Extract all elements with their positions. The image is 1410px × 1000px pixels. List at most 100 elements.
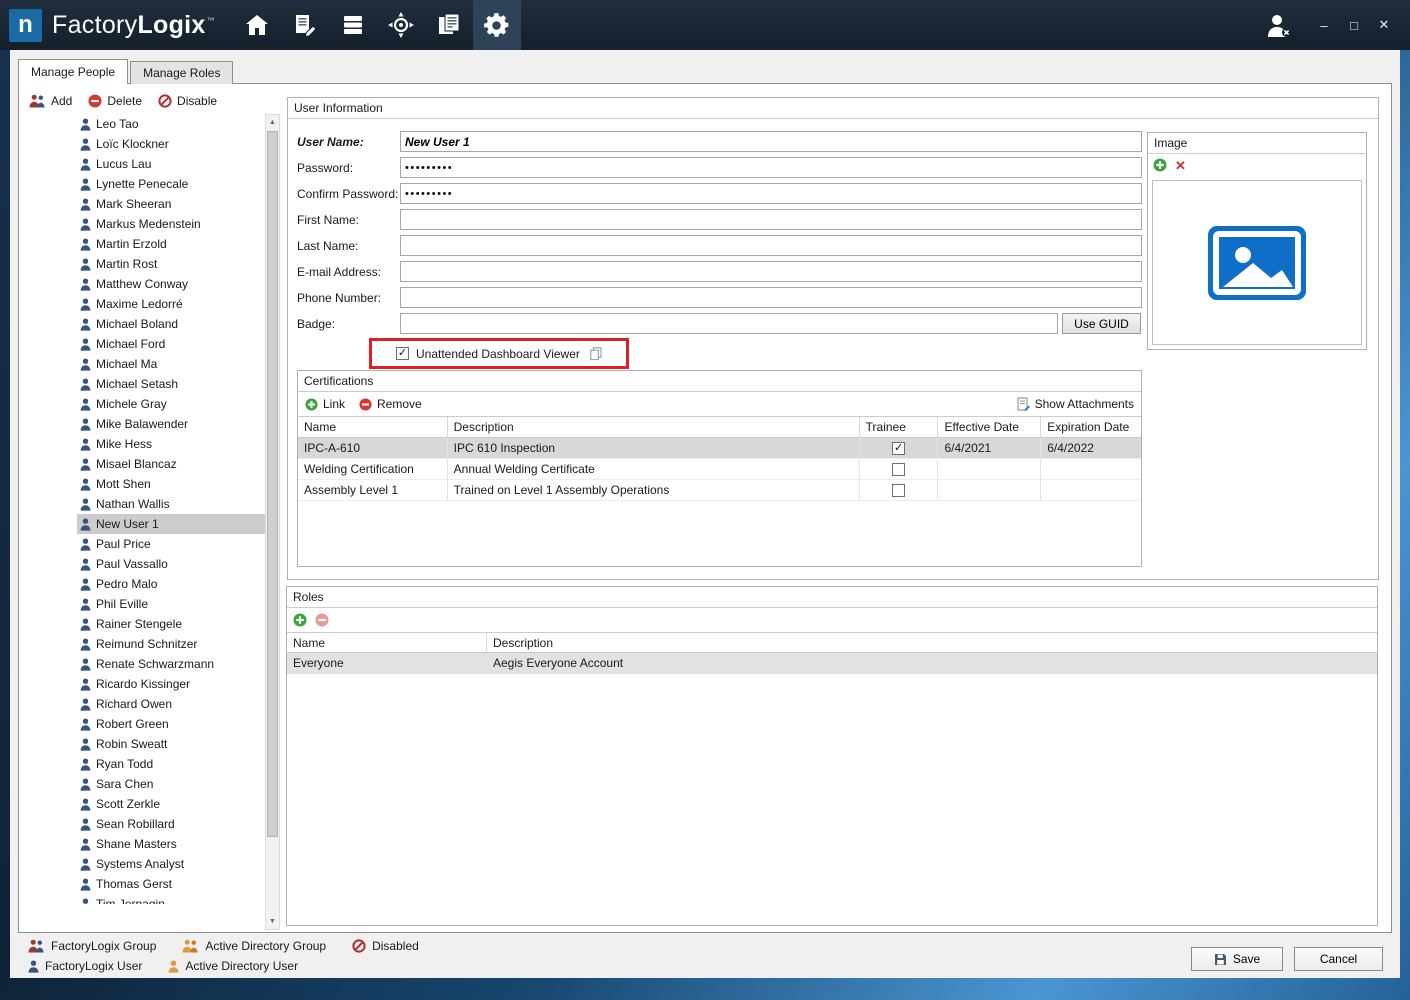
remove-certification-button[interactable]: Remove: [359, 397, 422, 411]
badge-input[interactable]: [400, 313, 1058, 334]
delete-user-button[interactable]: Delete: [88, 94, 142, 108]
list-item[interactable]: Mark Sheeran: [77, 194, 265, 214]
person-icon: [80, 118, 91, 131]
table-row[interactable]: Assembly Level 1Trained on Level 1 Assem…: [298, 480, 1141, 501]
tab-manage-people[interactable]: Manage People: [18, 59, 128, 84]
list-item[interactable]: Leo Tao: [77, 114, 265, 134]
list-item[interactable]: Michele Gray: [77, 394, 265, 414]
settings-gear-icon[interactable]: [473, 0, 521, 50]
list-item[interactable]: Lucus Lau: [77, 154, 265, 174]
list-item[interactable]: Nathan Wallis: [77, 494, 265, 514]
list-item[interactable]: Rainer Stengele: [77, 614, 265, 634]
cancel-button[interactable]: Cancel: [1294, 947, 1383, 971]
add-role-icon[interactable]: [293, 613, 307, 627]
col-name[interactable]: Name: [298, 417, 448, 437]
col-description[interactable]: Description: [448, 417, 860, 437]
list-item[interactable]: Scott Zerkle: [77, 794, 265, 814]
add-image-icon[interactable]: [1153, 158, 1167, 172]
user-information-panel: User Information User Name: Password: Co…: [287, 97, 1379, 580]
roles-col-description[interactable]: Description: [487, 633, 1377, 652]
last-name-input[interactable]: [400, 235, 1142, 256]
remove-role-icon[interactable]: [315, 613, 329, 627]
table-row[interactable]: EveryoneAegis Everyone Account: [287, 653, 1377, 674]
list-item[interactable]: Michael Ma: [77, 354, 265, 374]
scroll-down-icon[interactable]: ▼: [266, 914, 279, 929]
username-input[interactable]: [400, 131, 1142, 152]
list-item[interactable]: Martin Erzold: [77, 234, 265, 254]
person-orange-icon: [168, 960, 179, 973]
trainee-checkbox[interactable]: [892, 484, 905, 497]
save-label: Save: [1233, 952, 1260, 966]
use-guid-button[interactable]: Use GUID: [1062, 313, 1141, 334]
show-attachments-button[interactable]: Show Attachments: [1017, 397, 1134, 411]
table-row[interactable]: IPC-A-610IPC 610 Inspection✓6/4/20216/4/…: [298, 438, 1141, 459]
remove-image-icon[interactable]: ✕: [1175, 159, 1186, 172]
first-name-input[interactable]: [400, 209, 1142, 230]
scrollbar-thumb[interactable]: [267, 131, 278, 837]
phone-row: Phone Number:: [297, 287, 1142, 308]
trainee-checkbox[interactable]: [892, 463, 905, 476]
list-item[interactable]: Sean Robillard: [77, 814, 265, 834]
list-item[interactable]: Lynette Penecale: [77, 174, 265, 194]
list-item[interactable]: Robin Sweatt: [77, 734, 265, 754]
copy-icon[interactable]: [590, 347, 602, 360]
list-item[interactable]: Ryan Todd: [77, 754, 265, 774]
trainee-checkbox[interactable]: ✓: [892, 442, 905, 455]
list-item[interactable]: Pedro Malo: [77, 574, 265, 594]
reports-icon[interactable]: [425, 0, 473, 50]
email-field[interactable]: [400, 261, 1142, 282]
col-trainee[interactable]: Trainee: [860, 417, 939, 437]
list-item[interactable]: Misael Blancaz: [77, 454, 265, 474]
list-item[interactable]: Michael Ford: [77, 334, 265, 354]
list-item[interactable]: Mott Shen: [77, 474, 265, 494]
list-item[interactable]: Mike Balawender: [77, 414, 265, 434]
list-item[interactable]: Reimund Schnitzer: [77, 634, 265, 654]
unattended-dashboard-checkbox[interactable]: ✓: [396, 347, 409, 360]
save-button[interactable]: Save: [1191, 947, 1283, 971]
list-item[interactable]: Paul Price: [77, 534, 265, 554]
list-item[interactable]: Mike Hess: [77, 434, 265, 454]
list-item[interactable]: Ricardo Kissinger: [77, 674, 265, 694]
list-item[interactable]: Sara Chen: [77, 774, 265, 794]
link-certification-button[interactable]: Link: [305, 397, 345, 411]
list-item[interactable]: Maxime Ledorré: [77, 294, 265, 314]
work-instructions-icon[interactable]: [281, 0, 329, 50]
add-user-button[interactable]: Add: [29, 94, 72, 108]
list-item[interactable]: Richard Owen: [77, 694, 265, 714]
confirm-password-input[interactable]: [400, 183, 1142, 204]
disable-user-button[interactable]: Disable: [158, 94, 217, 108]
list-item[interactable]: Thomas Gerst: [77, 874, 265, 894]
phone-input[interactable]: [400, 287, 1142, 308]
people-scrollbar[interactable]: ▲ ▼: [265, 114, 280, 930]
materials-icon[interactable]: [329, 0, 377, 50]
roles-table-header: Name Description: [287, 632, 1377, 653]
roles-col-name[interactable]: Name: [287, 633, 487, 652]
col-effective-date[interactable]: Effective Date: [938, 417, 1041, 437]
maximize-button[interactable]: □: [1342, 13, 1366, 37]
home-icon[interactable]: [233, 0, 281, 50]
tracking-icon[interactable]: [377, 0, 425, 50]
list-item[interactable]: Renate Schwarzmann: [77, 654, 265, 674]
scroll-up-icon[interactable]: ▲: [266, 115, 279, 130]
list-item[interactable]: Michael Setash: [77, 374, 265, 394]
list-item[interactable]: Markus Medenstein: [77, 214, 265, 234]
list-item[interactable]: Robert Green: [77, 714, 265, 734]
list-item[interactable]: Phil Eville: [77, 594, 265, 614]
list-item[interactable]: Tim Jernagin: [77, 894, 265, 904]
list-item[interactable]: Systems Analyst: [77, 854, 265, 874]
list-item[interactable]: New User 1: [77, 514, 265, 534]
list-item[interactable]: Paul Vassallo: [77, 554, 265, 574]
close-button[interactable]: ✕: [1372, 13, 1396, 37]
tab-manage-roles[interactable]: Manage Roles: [130, 61, 233, 84]
list-item[interactable]: Matthew Conway: [77, 274, 265, 294]
password-input[interactable]: [400, 157, 1142, 178]
col-expiration-date[interactable]: Expiration Date: [1041, 417, 1141, 437]
user-logout-icon[interactable]: [1264, 13, 1292, 38]
table-row[interactable]: Welding CertificationAnnual Welding Cert…: [298, 459, 1141, 480]
person-icon: [80, 778, 91, 791]
list-item[interactable]: Michael Boland: [77, 314, 265, 334]
minimize-button[interactable]: –: [1312, 13, 1336, 37]
list-item[interactable]: Loïc Klockner: [77, 134, 265, 154]
list-item[interactable]: Martin Rost: [77, 254, 265, 274]
list-item[interactable]: Shane Masters: [77, 834, 265, 854]
